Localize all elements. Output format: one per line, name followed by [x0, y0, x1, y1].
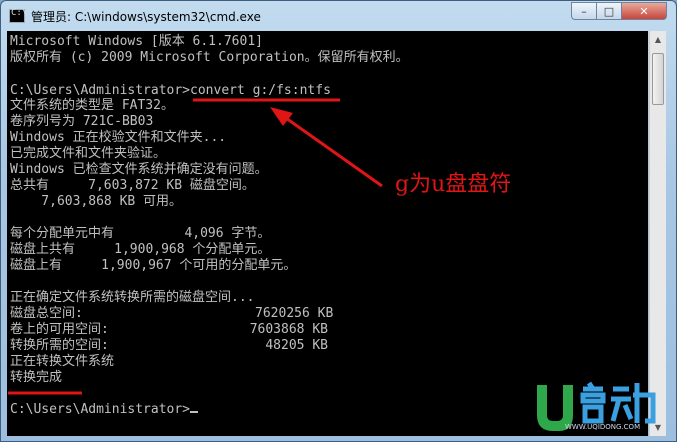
logo-glyph-qi [580, 381, 606, 424]
annotation-arrow-line [282, 114, 383, 188]
logo-glyph-dong [610, 383, 656, 424]
arrow-head-icon [270, 107, 293, 126]
annotation-label: g为u盘盘符 [395, 172, 512, 197]
watermark-site: WWW.UQIDONG.COM [565, 423, 641, 431]
